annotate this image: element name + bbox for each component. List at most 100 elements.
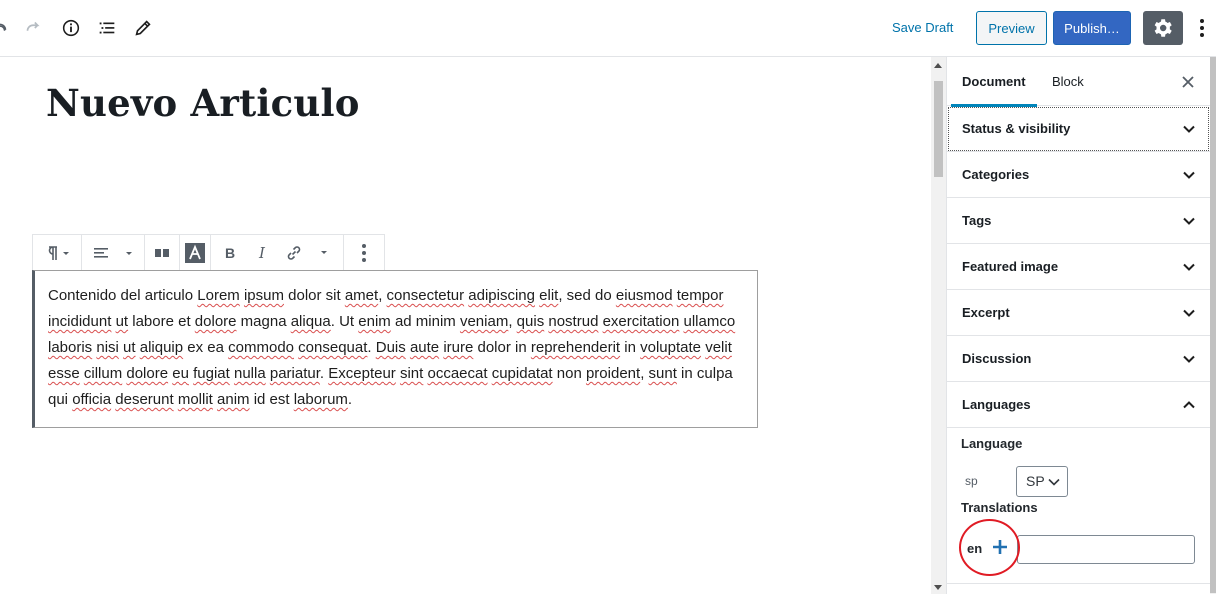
close-icon (1182, 76, 1194, 88)
undo-icon[interactable] (0, 14, 14, 42)
misspelled-word: occaecat (427, 365, 488, 382)
language-select[interactable]: SP (1016, 466, 1068, 497)
bold-icon[interactable]: B (215, 235, 245, 271)
plus-icon (993, 540, 1007, 554)
tab-block[interactable]: Block (1052, 57, 1084, 106)
panel-discussion[interactable]: Discussion (947, 336, 1210, 382)
misspelled-word: pariatur (269, 365, 320, 382)
translations-label: Translations (961, 500, 1038, 515)
more-vertical-icon[interactable] (348, 235, 380, 271)
more-options-button[interactable] (1192, 14, 1212, 42)
panel-languages[interactable]: Languages (947, 382, 1210, 428)
translation-code: en (967, 541, 983, 556)
misspelled-word: nulla (233, 365, 266, 382)
chevron-down-icon (1183, 217, 1195, 225)
chevron-down-icon (1183, 309, 1195, 317)
panel-title: Categories (962, 167, 1030, 182)
publish-button[interactable]: Publish… (1053, 11, 1131, 45)
panel-featured-image[interactable]: Featured image (947, 244, 1210, 290)
italic-icon[interactable]: I (245, 235, 279, 271)
align-group (82, 235, 145, 271)
post-title[interactable]: Nuevo Articulo (46, 81, 360, 125)
misspelled-word: adipiscing (468, 287, 535, 304)
text-color-icon[interactable] (183, 235, 207, 271)
misspelled-word: consectetur (386, 287, 465, 304)
misspelled-word: deserunt (115, 391, 174, 408)
misspelled-word: sint (399, 365, 424, 382)
text-run: . (347, 391, 353, 408)
block-more-group (344, 235, 384, 271)
chevron-down-icon (1048, 478, 1060, 486)
chevron-up-icon (1183, 401, 1195, 409)
misspelled-word: fugiat (193, 365, 230, 382)
misspelled-word: incididunt (48, 313, 112, 330)
settings-sidebar: Document Block Status & visibility Categ… (946, 57, 1210, 594)
misspelled-word: proident (585, 365, 641, 382)
misspelled-word: ut (123, 339, 136, 356)
misspelled-word: voluptate (640, 339, 702, 356)
scroll-down-arrow[interactable] (934, 585, 942, 590)
misspelled-word: mollit (177, 391, 213, 408)
link-icon[interactable] (279, 235, 309, 271)
panel-title: Languages (962, 397, 1031, 412)
translation-input[interactable] (1017, 535, 1195, 564)
page-scroll-thumb[interactable] (1210, 57, 1216, 593)
redo-icon[interactable] (19, 14, 47, 42)
misspelled-word: aute (409, 339, 440, 356)
panel-status-visibility[interactable]: Status & visibility (947, 106, 1210, 152)
misspelled-word: Excepteur (328, 365, 396, 382)
panel-excerpt[interactable]: Excerpt (947, 290, 1210, 336)
panel-title: Discussion (962, 351, 1032, 366)
panel-categories[interactable]: Categories (947, 152, 1210, 198)
editor-scrollbar[interactable] (931, 57, 946, 594)
text-run: , (640, 365, 649, 382)
text-run: magna (236, 313, 291, 330)
text-run: , (508, 313, 517, 330)
misspelled-word: cillum (83, 365, 123, 382)
panel-title: Tags (962, 213, 992, 228)
panel-title: Excerpt (962, 305, 1010, 320)
misspelled-word: nisi (96, 339, 119, 356)
text-run: non (552, 365, 586, 382)
text-run: . (319, 365, 329, 382)
close-sidebar-button[interactable] (1178, 72, 1198, 92)
add-translation-button[interactable] (991, 537, 1009, 557)
scroll-up-arrow[interactable] (934, 63, 942, 68)
text-run: . Ut (330, 313, 359, 330)
panel-tags[interactable]: Tags (947, 198, 1210, 244)
page-scrollbar[interactable] (1210, 57, 1216, 594)
misspelled-word: irure (443, 339, 474, 356)
chevron-down-icon (1183, 171, 1195, 179)
misspelled-word: tempor (676, 287, 724, 304)
scroll-thumb[interactable] (934, 81, 943, 177)
text-color-group (180, 235, 211, 271)
list-icon[interactable] (93, 14, 121, 42)
misspelled-word: eu (172, 365, 189, 382)
misspelled-word: laborum (293, 391, 348, 408)
paragraph-icon[interactable] (37, 235, 77, 271)
languages-panel-body: Language sp SP Translations en (947, 428, 1210, 584)
misspelled-word: reprehenderit (530, 339, 621, 356)
misspelled-word: cupidatat (491, 365, 553, 382)
editor-canvas: Nuevo Articulo B I Contenido del articul… (0, 57, 931, 594)
save-draft-button[interactable]: Save Draft (884, 16, 961, 40)
align-left-icon[interactable] (86, 235, 140, 271)
language-label: Language (961, 436, 1023, 451)
settings-button[interactable] (1143, 11, 1183, 45)
chevron-down-icon (1183, 263, 1195, 271)
columns-icon[interactable] (149, 235, 175, 271)
misspelled-word: aliqua (290, 313, 331, 330)
info-icon[interactable] (57, 14, 85, 42)
paragraph-block[interactable]: Contenido del articulo Lorem ipsum dolor… (32, 270, 758, 428)
misspelled-word: aliquip (139, 339, 184, 356)
paragraph-text[interactable]: Contenido del articulo Lorem ipsum dolor… (48, 283, 743, 413)
misspelled-word: eiusmod (615, 287, 673, 304)
pencil-icon[interactable] (129, 14, 157, 42)
text-run: , (378, 287, 387, 304)
language-code: sp (965, 474, 978, 488)
chevron-down-icon (1183, 125, 1195, 133)
misspelled-word: esse (48, 365, 80, 382)
preview-button[interactable]: Preview (976, 11, 1047, 45)
tab-document[interactable]: Document (951, 57, 1037, 107)
more-formats-icon[interactable] (309, 235, 339, 271)
